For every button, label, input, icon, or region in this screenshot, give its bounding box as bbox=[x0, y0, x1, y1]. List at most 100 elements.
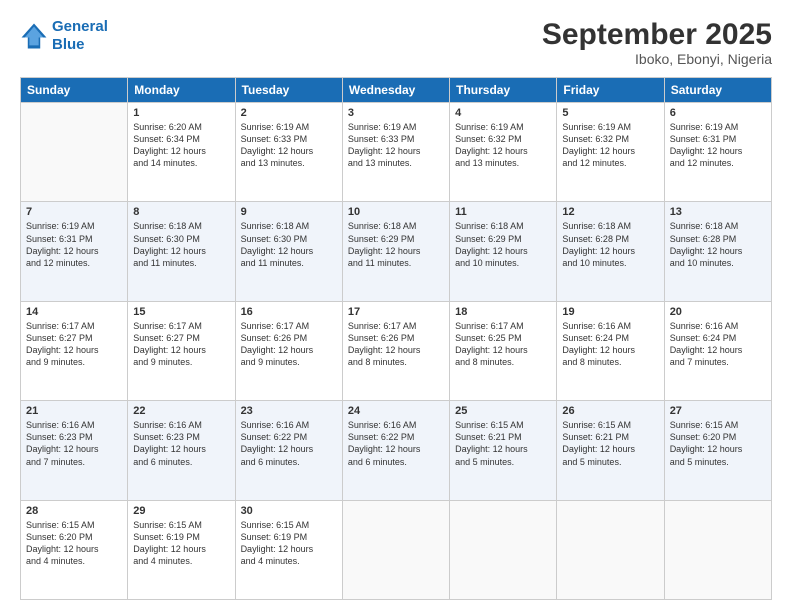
day-info: Sunrise: 6:19 AM Sunset: 6:32 PM Dayligh… bbox=[455, 121, 551, 170]
day-info: Sunrise: 6:16 AM Sunset: 6:23 PM Dayligh… bbox=[133, 419, 229, 468]
col-tuesday: Tuesday bbox=[235, 78, 342, 103]
day-number: 26 bbox=[562, 405, 658, 417]
table-row bbox=[664, 500, 771, 599]
day-number: 25 bbox=[455, 405, 551, 417]
day-info: Sunrise: 6:15 AM Sunset: 6:20 PM Dayligh… bbox=[670, 419, 766, 468]
day-number: 30 bbox=[241, 505, 337, 517]
calendar-week-row: 14 Sunrise: 6:17 AM Sunset: 6:27 PM Dayli… bbox=[21, 301, 772, 400]
day-number: 16 bbox=[241, 306, 337, 318]
page-subtitle: Iboko, Ebonyi, Nigeria bbox=[542, 51, 772, 67]
table-row: 26 Sunrise: 6:15 AM Sunset: 6:21 PM Dayli… bbox=[557, 401, 664, 500]
table-row: 20 Sunrise: 6:16 AM Sunset: 6:24 PM Dayli… bbox=[664, 301, 771, 400]
day-info: Sunrise: 6:15 AM Sunset: 6:19 PM Dayligh… bbox=[241, 519, 337, 568]
table-row: 17Sunrise: 6:17 AM Sunset: 6:26 PM Dayli… bbox=[342, 301, 449, 400]
day-number: 15 bbox=[133, 306, 229, 318]
day-number: 1 bbox=[133, 107, 229, 119]
day-number: 17 bbox=[348, 306, 444, 318]
table-row: 12Sunrise: 6:18 AM Sunset: 6:28 PM Dayli… bbox=[557, 202, 664, 301]
day-info: Sunrise: 6:16 AM Sunset: 6:24 PM Dayligh… bbox=[562, 320, 658, 369]
table-row: 7Sunrise: 6:19 AM Sunset: 6:31 PM Daylig… bbox=[21, 202, 128, 301]
day-number: 10 bbox=[348, 206, 444, 218]
table-row: 4 Sunrise: 6:19 AM Sunset: 6:32 PM Daylig… bbox=[450, 103, 557, 202]
day-info: Sunrise: 6:20 AM Sunset: 6:34 PM Dayligh… bbox=[133, 121, 229, 170]
table-row: 1 Sunrise: 6:20 AM Sunset: 6:34 PM Daylig… bbox=[128, 103, 235, 202]
table-row bbox=[21, 103, 128, 202]
day-info: Sunrise: 6:15 AM Sunset: 6:21 PM Dayligh… bbox=[562, 419, 658, 468]
col-friday: Friday bbox=[557, 78, 664, 103]
day-number: 9 bbox=[241, 206, 337, 218]
day-number: 8 bbox=[133, 206, 229, 218]
day-info: Sunrise: 6:19 AM Sunset: 6:33 PM Dayligh… bbox=[241, 121, 337, 170]
table-row: 28 Sunrise: 6:15 AM Sunset: 6:20 PM Dayli… bbox=[21, 500, 128, 599]
day-number: 18 bbox=[455, 306, 551, 318]
logo-line1: General bbox=[52, 18, 108, 35]
day-info: Sunrise: 6:17 AM Sunset: 6:26 PM Dayligh… bbox=[241, 320, 337, 369]
table-row: 13Sunrise: 6:18 AM Sunset: 6:28 PM Dayli… bbox=[664, 202, 771, 301]
day-info: Sunrise: 6:19 AM Sunset: 6:31 PM Dayligh… bbox=[26, 220, 122, 269]
day-number: 3 bbox=[348, 107, 444, 119]
day-info: Sunrise: 6:18 AM Sunset: 6:30 PM Dayligh… bbox=[241, 220, 337, 269]
day-number: 14 bbox=[26, 306, 122, 318]
calendar-table: Sunday Monday Tuesday Wednesday Thursday… bbox=[20, 77, 772, 600]
day-info: Sunrise: 6:19 AM Sunset: 6:31 PM Dayligh… bbox=[670, 121, 766, 170]
table-row: 27 Sunrise: 6:15 AM Sunset: 6:20 PM Dayli… bbox=[664, 401, 771, 500]
table-row: 22Sunrise: 6:16 AM Sunset: 6:23 PM Dayli… bbox=[128, 401, 235, 500]
day-number: 11 bbox=[455, 206, 551, 218]
table-row: 29 Sunrise: 6:15 AM Sunset: 6:19 PM Dayli… bbox=[128, 500, 235, 599]
day-info: Sunrise: 6:18 AM Sunset: 6:30 PM Dayligh… bbox=[133, 220, 229, 269]
table-row: 14Sunrise: 6:17 AM Sunset: 6:27 PM Dayli… bbox=[21, 301, 128, 400]
day-info: Sunrise: 6:19 AM Sunset: 6:32 PM Dayligh… bbox=[562, 121, 658, 170]
table-row: 2 Sunrise: 6:19 AM Sunset: 6:33 PM Daylig… bbox=[235, 103, 342, 202]
table-row: 30 Sunrise: 6:15 AM Sunset: 6:19 PM Dayli… bbox=[235, 500, 342, 599]
logo-text: General Blue bbox=[52, 18, 108, 54]
calendar-week-row: 7Sunrise: 6:19 AM Sunset: 6:31 PM Daylig… bbox=[21, 202, 772, 301]
table-row: 5 Sunrise: 6:19 AM Sunset: 6:32 PM Daylig… bbox=[557, 103, 664, 202]
day-number: 28 bbox=[26, 505, 122, 517]
day-number: 4 bbox=[455, 107, 551, 119]
calendar-header-row: Sunday Monday Tuesday Wednesday Thursday… bbox=[21, 78, 772, 103]
table-row: 16 Sunrise: 6:17 AM Sunset: 6:26 PM Dayli… bbox=[235, 301, 342, 400]
calendar-week-row: 1 Sunrise: 6:20 AM Sunset: 6:34 PM Daylig… bbox=[21, 103, 772, 202]
day-info: Sunrise: 6:16 AM Sunset: 6:24 PM Dayligh… bbox=[670, 320, 766, 369]
table-row: 25 Sunrise: 6:15 AM Sunset: 6:21 PM Dayli… bbox=[450, 401, 557, 500]
day-info: Sunrise: 6:16 AM Sunset: 6:22 PM Dayligh… bbox=[348, 419, 444, 468]
logo: General Blue bbox=[20, 18, 108, 54]
col-saturday: Saturday bbox=[664, 78, 771, 103]
page-title: September 2025 bbox=[542, 18, 772, 51]
day-info: Sunrise: 6:18 AM Sunset: 6:29 PM Dayligh… bbox=[348, 220, 444, 269]
table-row: 24 Sunrise: 6:16 AM Sunset: 6:22 PM Dayli… bbox=[342, 401, 449, 500]
day-info: Sunrise: 6:16 AM Sunset: 6:23 PM Dayligh… bbox=[26, 419, 122, 468]
day-info: Sunrise: 6:15 AM Sunset: 6:20 PM Dayligh… bbox=[26, 519, 122, 568]
day-number: 20 bbox=[670, 306, 766, 318]
page: General Blue September 2025 Iboko, Ebony… bbox=[0, 0, 792, 612]
table-row bbox=[450, 500, 557, 599]
col-monday: Monday bbox=[128, 78, 235, 103]
day-info: Sunrise: 6:19 AM Sunset: 6:33 PM Dayligh… bbox=[348, 121, 444, 170]
day-number: 2 bbox=[241, 107, 337, 119]
table-row: 6Sunrise: 6:19 AM Sunset: 6:31 PM Daylig… bbox=[664, 103, 771, 202]
day-number: 27 bbox=[670, 405, 766, 417]
title-block: September 2025 Iboko, Ebonyi, Nigeria bbox=[542, 18, 772, 67]
table-row bbox=[342, 500, 449, 599]
day-number: 29 bbox=[133, 505, 229, 517]
col-sunday: Sunday bbox=[21, 78, 128, 103]
day-info: Sunrise: 6:16 AM Sunset: 6:22 PM Dayligh… bbox=[241, 419, 337, 468]
col-thursday: Thursday bbox=[450, 78, 557, 103]
table-row: 10 Sunrise: 6:18 AM Sunset: 6:29 PM Dayli… bbox=[342, 202, 449, 301]
table-row: 18 Sunrise: 6:17 AM Sunset: 6:25 PM Dayli… bbox=[450, 301, 557, 400]
day-number: 12 bbox=[562, 206, 658, 218]
day-number: 24 bbox=[348, 405, 444, 417]
calendar-week-row: 21 Sunrise: 6:16 AM Sunset: 6:23 PM Dayli… bbox=[21, 401, 772, 500]
day-info: Sunrise: 6:15 AM Sunset: 6:21 PM Dayligh… bbox=[455, 419, 551, 468]
table-row: 23 Sunrise: 6:16 AM Sunset: 6:22 PM Dayli… bbox=[235, 401, 342, 500]
day-number: 21 bbox=[26, 405, 122, 417]
col-wednesday: Wednesday bbox=[342, 78, 449, 103]
day-info: Sunrise: 6:17 AM Sunset: 6:25 PM Dayligh… bbox=[455, 320, 551, 369]
day-number: 5 bbox=[562, 107, 658, 119]
day-info: Sunrise: 6:15 AM Sunset: 6:19 PM Dayligh… bbox=[133, 519, 229, 568]
day-info: Sunrise: 6:18 AM Sunset: 6:29 PM Dayligh… bbox=[455, 220, 551, 269]
calendar-week-row: 28 Sunrise: 6:15 AM Sunset: 6:20 PM Dayli… bbox=[21, 500, 772, 599]
day-info: Sunrise: 6:18 AM Sunset: 6:28 PM Dayligh… bbox=[670, 220, 766, 269]
day-info: Sunrise: 6:17 AM Sunset: 6:27 PM Dayligh… bbox=[133, 320, 229, 369]
day-number: 23 bbox=[241, 405, 337, 417]
